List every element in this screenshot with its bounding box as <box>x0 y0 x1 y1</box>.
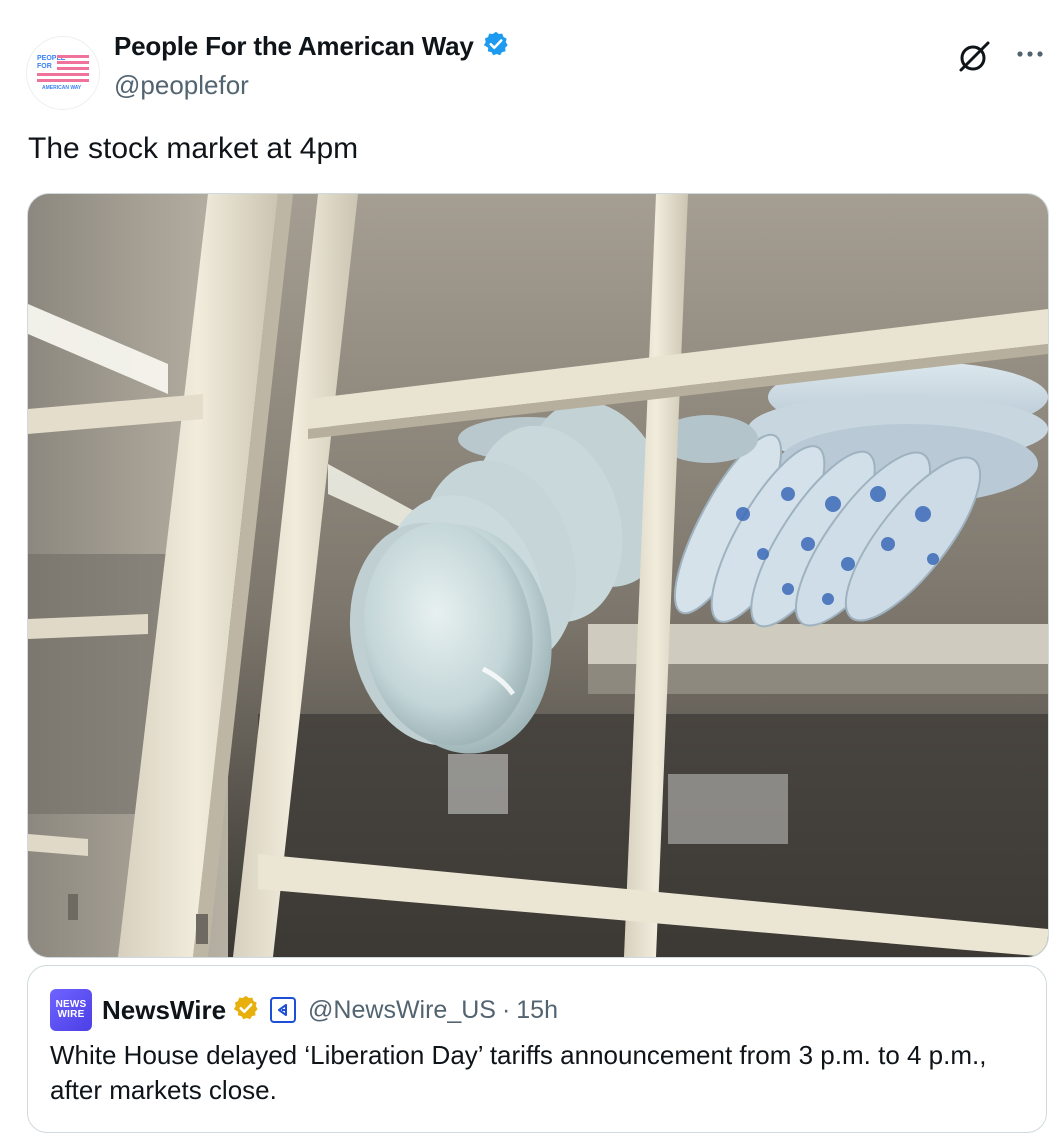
author-avatar[interactable]: PEOPLE FOR AMERICAN WAY <box>26 36 100 110</box>
gold-verified-badge-icon <box>232 994 260 1027</box>
newswire-avatar[interactable]: NEWS WIRE <box>50 989 92 1031</box>
quoted-tweet-text: White House delayed ‘Liberation Day’ tar… <box>50 1040 987 1105</box>
author-name-row[interactable]: People For the American Way <box>114 30 510 63</box>
logo-text-american-way: AMERICAN WAY <box>42 85 82 91</box>
verified-badge-icon <box>482 30 510 63</box>
meta-separator: · <box>501 995 511 1024</box>
newswire-logo-line2: WIRE <box>57 1009 85 1020</box>
quoted-author-handle[interactable]: @NewsWire_US <box>308 996 496 1025</box>
more-options-icon[interactable] <box>1014 42 1046 66</box>
logo-text-for: FOR <box>37 63 52 70</box>
affiliate-badge-icon[interactable] <box>270 997 297 1023</box>
pfaw-logo: PEOPLE FOR AMERICAN WAY <box>37 55 89 91</box>
tweet-photo[interactable] <box>27 193 1049 958</box>
author-display-name[interactable]: People For the American Way <box>114 31 474 62</box>
quoted-tweet-timestamp[interactable]: 15h <box>516 996 558 1025</box>
quoted-tweet-card[interactable]: NEWS WIRE NewsWire @NewsWire_US · 15h Wh… <box>27 965 1047 1133</box>
tweet: PEOPLE FOR AMERICAN WAY People For the A… <box>0 0 1064 1142</box>
author-handle[interactable]: @peoplefor <box>114 70 249 101</box>
grok-icon[interactable] <box>957 39 991 73</box>
quoted-author-name[interactable]: NewsWire <box>102 995 226 1026</box>
quoted-tweet-header: NEWS WIRE NewsWire @NewsWire_US · 15h <box>50 989 558 1031</box>
tweet-text: The stock market at 4pm <box>28 132 359 165</box>
